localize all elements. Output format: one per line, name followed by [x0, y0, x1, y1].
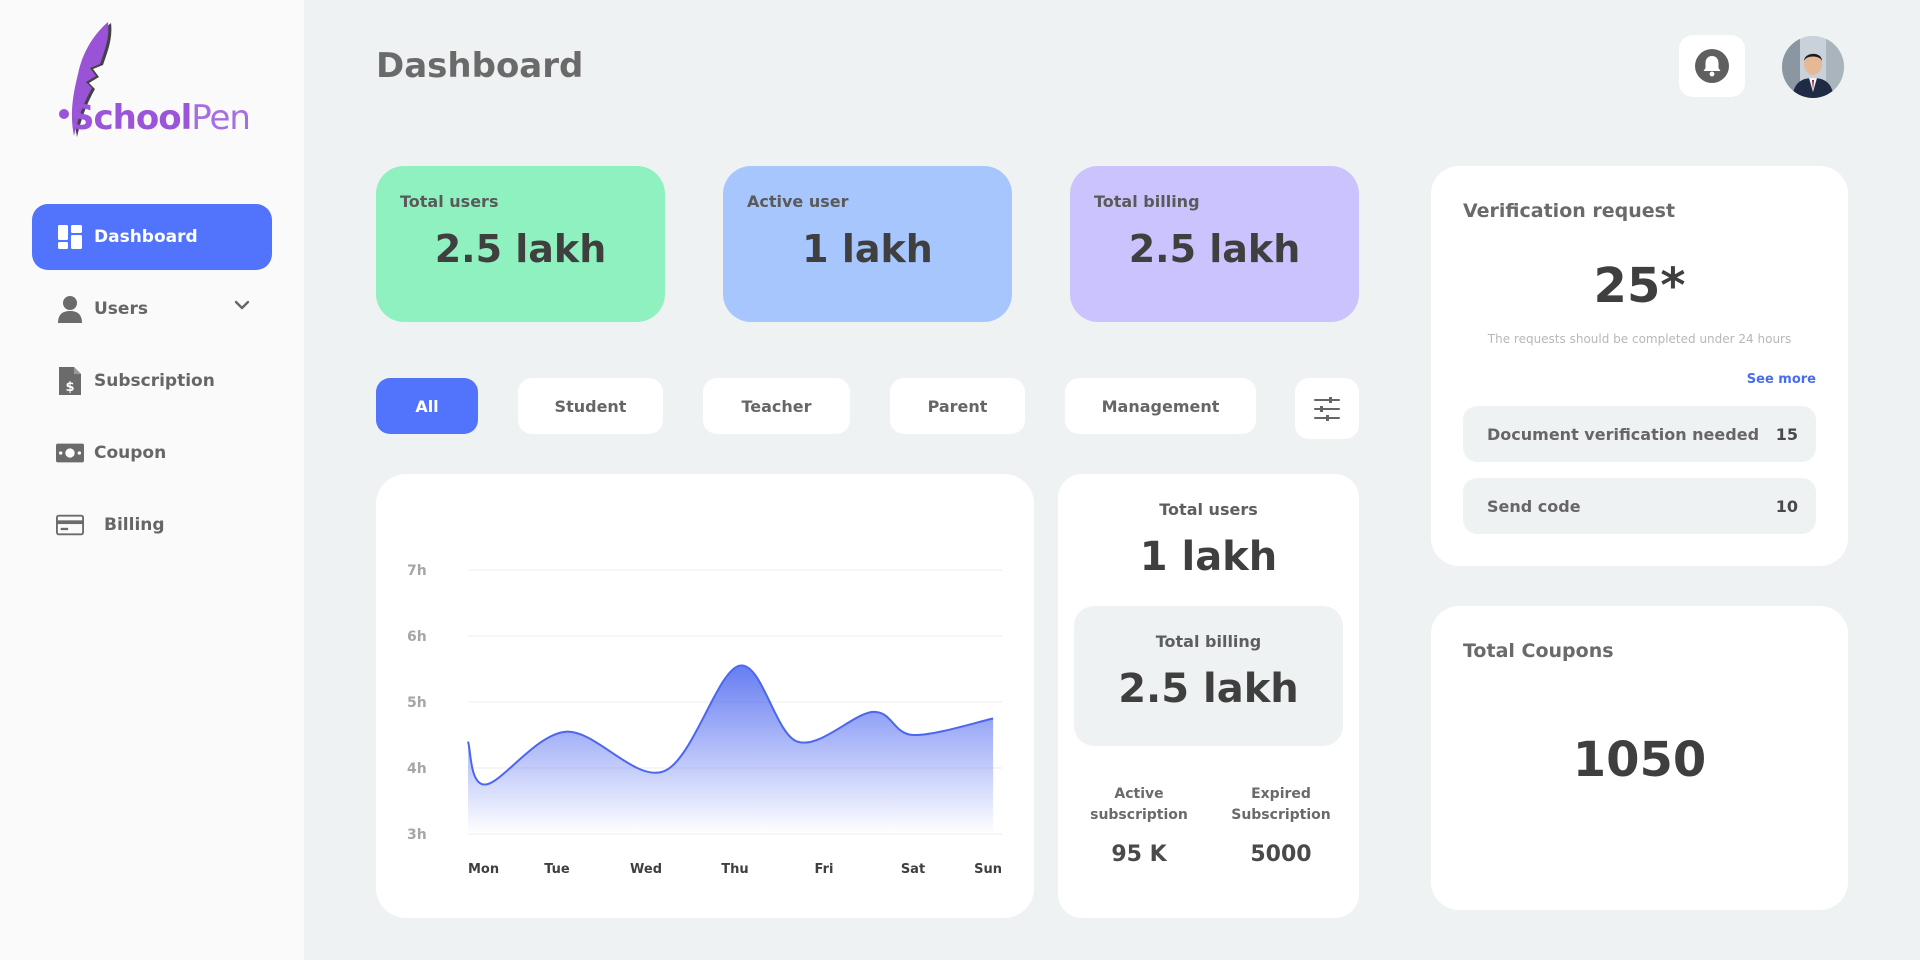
y-tick-label: 5h: [407, 695, 427, 711]
user-avatar[interactable]: [1782, 36, 1844, 98]
credit-card-icon: [56, 511, 84, 539]
sidebar-item-label: Users: [94, 299, 148, 319]
filter-parent[interactable]: Parent: [890, 378, 1025, 434]
coupons-value: 1050: [1572, 732, 1707, 788]
sidebar-item-label: Dashboard: [94, 227, 198, 247]
y-tick-label: 7h: [407, 563, 427, 579]
sidebar-item-label: Subscription: [94, 371, 215, 391]
sidebar-item-coupon[interactable]: Coupon: [32, 420, 272, 486]
stat-value: 2.5 lakh: [1128, 227, 1301, 271]
total-users-label: Total users: [1159, 500, 1258, 519]
coupons-title: Total Coupons: [1463, 640, 1614, 662]
filter-teacher[interactable]: Teacher: [703, 378, 850, 434]
dashboard-icon: [56, 223, 84, 251]
total-coupons-card: Total Coupons 1050: [1431, 606, 1848, 910]
y-tick-label: 3h: [407, 827, 427, 843]
stat-label: Total billing: [1094, 192, 1200, 211]
x-tick-label: Mon: [468, 862, 499, 877]
expired-subscription: Expired Subscription 5000: [1216, 784, 1346, 867]
x-tick-label: Wed: [630, 862, 662, 877]
stat-card-active-user: Active user 1 lakh: [723, 166, 1012, 322]
verification-count: 25*: [1593, 258, 1686, 314]
stat-value: 2.5 lakh: [434, 227, 607, 271]
avatar-photo: [1782, 36, 1844, 98]
sidebar-item-label: Coupon: [94, 443, 167, 463]
sidebar: SchoolPen Dashboard Users $ Subscription: [0, 0, 304, 960]
verification-row[interactable]: Document verification needed 15: [1463, 406, 1816, 462]
activity-area-chart: 7h 6h 5h 4h 3h Mon Tue Wed Thu Fri Sat Sun: [407, 563, 1002, 877]
x-tick-label: Tue: [544, 862, 570, 877]
total-users-value: 1 lakh: [1139, 534, 1278, 580]
area-fill: [468, 665, 994, 834]
x-tick-label: Sun: [974, 862, 1002, 877]
active-subscription-value: 95 K: [1111, 842, 1167, 867]
verification-row[interactable]: Send code 10: [1463, 478, 1816, 534]
money-icon: [56, 439, 84, 467]
see-more-link[interactable]: See more: [1747, 372, 1816, 387]
sidebar-item-dashboard[interactable]: Dashboard: [32, 204, 272, 270]
stat-card-total-users: Total users 2.5 lakh: [376, 166, 665, 322]
filter-student[interactable]: Student: [518, 378, 663, 434]
sidebar-item-billing[interactable]: Billing: [32, 492, 272, 558]
sidebar-item-label: Billing: [104, 515, 165, 535]
stat-card-total-billing: Total billing 2.5 lakh: [1070, 166, 1359, 322]
stat-label: Active user: [747, 192, 849, 211]
verification-row-label: Send code: [1487, 496, 1581, 516]
x-tick-label: Thu: [721, 862, 748, 877]
chevron-down-icon[interactable]: [234, 300, 250, 310]
activity-chart-card: 7h 6h 5h 4h 3h Mon Tue Wed Thu Fri Sat Sun: [376, 474, 1034, 918]
sliders-icon: [1314, 396, 1340, 421]
verification-request-card: Verification request 25* The requests sh…: [1431, 166, 1848, 566]
summary-card: Total users 1 lakh Total billing 2.5 lak…: [1058, 474, 1359, 918]
filter-management[interactable]: Management: [1065, 378, 1256, 434]
schoolpen-logo[interactable]: SchoolPen: [52, 18, 252, 148]
total-billing-value: 2.5 lakh: [1118, 666, 1299, 712]
sidebar-nav: Dashboard Users $ Subscription Coupon Bi…: [32, 204, 272, 564]
invoice-dollar-icon: $: [56, 367, 84, 395]
bell-icon: [1695, 49, 1729, 83]
verification-row-label: Document verification needed: [1487, 424, 1760, 444]
stat-label: Total users: [400, 192, 499, 211]
verification-note: The requests should be completed under 2…: [1487, 332, 1792, 346]
y-tick-label: 4h: [407, 761, 427, 777]
active-subscription-label: Active subscription: [1090, 786, 1188, 823]
brand-name: SchoolPen: [70, 98, 251, 138]
filter-all[interactable]: All: [376, 378, 478, 434]
verification-row-count: 15: [1775, 424, 1798, 444]
svg-text:$: $: [65, 380, 74, 395]
page-title: Dashboard: [376, 46, 584, 86]
expired-subscription-label: Expired Subscription: [1231, 786, 1331, 823]
sidebar-item-users[interactable]: Users: [32, 276, 272, 342]
stat-value: 1 lakh: [802, 227, 933, 271]
total-billing-panel: Total billing 2.5 lakh: [1074, 606, 1343, 746]
user-icon: [56, 295, 84, 323]
active-subscription: Active subscription 95 K: [1074, 784, 1204, 867]
y-tick-label: 6h: [407, 629, 427, 645]
expired-subscription-value: 5000: [1250, 842, 1312, 867]
verification-title: Verification request: [1463, 200, 1676, 222]
x-tick-label: Fri: [815, 862, 834, 877]
verification-row-count: 10: [1775, 496, 1798, 516]
filter-settings-button[interactable]: [1295, 378, 1359, 439]
sidebar-item-subscription[interactable]: $ Subscription: [32, 348, 272, 414]
total-billing-label: Total billing: [1155, 632, 1262, 651]
x-tick-label: Sat: [901, 862, 925, 877]
notifications-button[interactable]: [1679, 35, 1745, 97]
